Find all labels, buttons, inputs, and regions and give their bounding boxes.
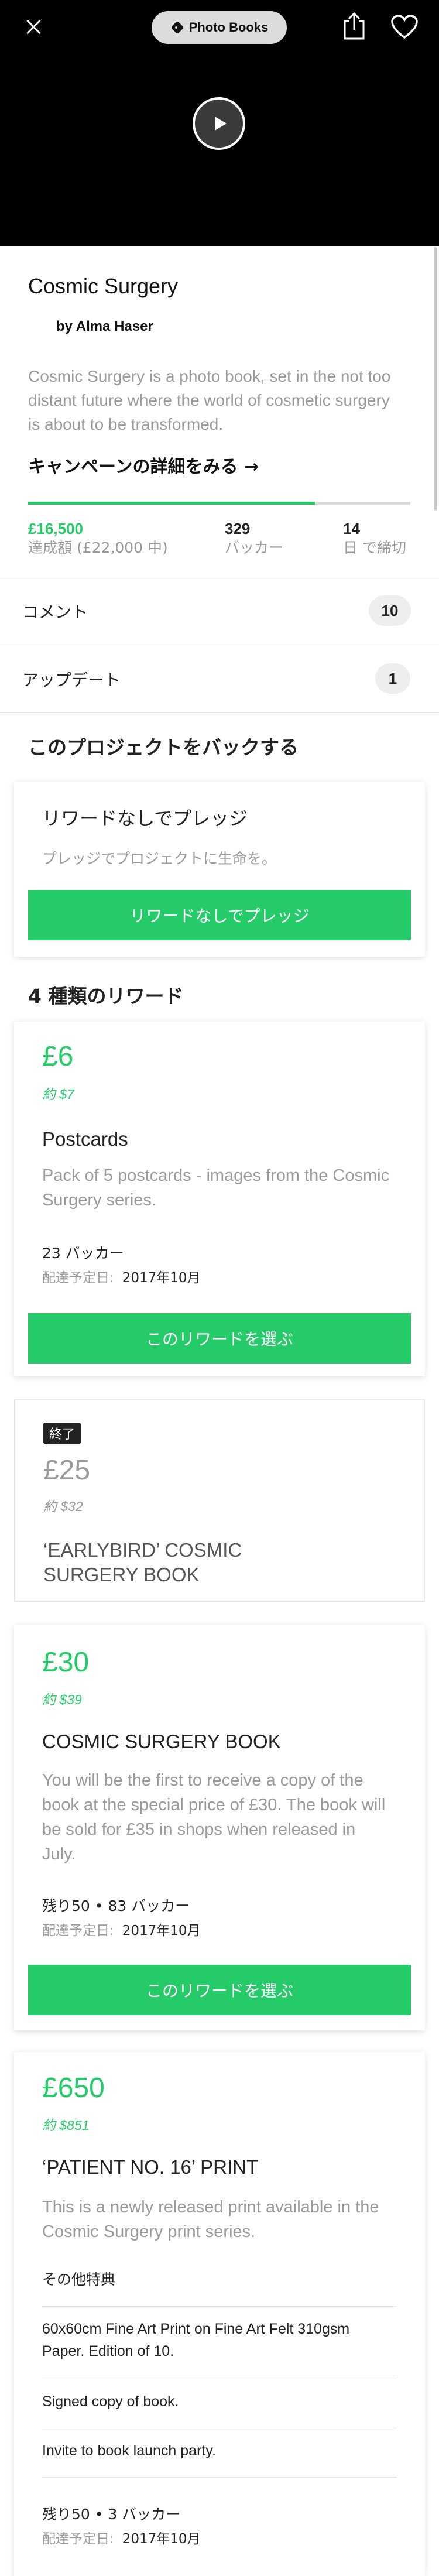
divider [0, 712, 439, 713]
extras-label: その他特典 [42, 2272, 116, 2288]
delivery-date: 2017年10月 [122, 1923, 201, 1938]
funding-progress-fill [28, 502, 315, 505]
reward-extra-item: Signed copy of book. [42, 2393, 179, 2410]
reward-extra-item: 60x60cm Fine Art Print on Fine Art Felt … [42, 2321, 350, 2359]
reward-backers: 23 バッカー [42, 1245, 124, 1262]
reward-desc: Pack of 5 postcards - images from the Co… [42, 1166, 390, 1210]
no-reward-card: リワードなしでプレッジ プレッジでプロジェクトに生命を。 リワードなしでプレッジ [14, 782, 425, 957]
play-icon[interactable] [193, 97, 245, 150]
reward-delivery: 配達予定日: 2017年10月 [42, 1266, 201, 1286]
pledged-amount: £16,500 [28, 520, 83, 537]
delivery-label: 配達予定日: [42, 1270, 114, 1286]
reward-card-ended: 終了 £25 約 $32 ‘EARLYBIRD’ COSMIC SURGERY … [14, 1399, 425, 1602]
no-reward-desc: プレッジでプロジェクトに生命を。 [42, 851, 277, 867]
reward-card: £6 約 $7 Postcards Pack of 5 postcards - … [14, 1022, 425, 1376]
comments-label: コメント [22, 602, 88, 622]
pledged-label: 達成額 (£22,000 中) [28, 539, 168, 556]
reward-price: £650 [42, 2073, 105, 2104]
category-pill[interactable]: Photo Books [152, 11, 287, 44]
ended-badge: 終了 [43, 1423, 81, 1444]
comments-count-badge: 10 [369, 595, 411, 626]
reward-approx-price: 約 $39 [42, 1692, 82, 1707]
share-icon[interactable] [341, 12, 367, 41]
days-label: 日 で締切 [343, 539, 406, 556]
updates-row[interactable]: アップデート 1 [0, 645, 439, 712]
author-name[interactable]: by Alma Haser [56, 318, 153, 335]
delivery-date: 2017年10月 [122, 2532, 201, 2547]
close-icon[interactable] [22, 16, 44, 39]
reward-price: £6 [42, 1041, 74, 1072]
reward-backers: 残り50 • 83 バッカー [42, 1897, 190, 1914]
delivery-date: 2017年10月 [122, 1270, 201, 1286]
reward-approx-price: 約 $7 [42, 1087, 74, 1102]
heart-icon[interactable] [390, 14, 419, 40]
reward-backers: 残り50 • 3 バッカー [42, 2506, 181, 2523]
days-count: 14 [343, 520, 360, 537]
video-player[interactable]: Photo Books [0, 0, 439, 246]
reward-desc: You will be the first to receive a copy … [42, 1771, 386, 1864]
project-title: Cosmic Surgery [28, 274, 179, 298]
select-reward-button[interactable]: このリワードを選ぶ [28, 1965, 411, 2015]
reward-approx-price: 約 $851 [42, 2118, 90, 2133]
reward-title: Postcards [42, 1128, 128, 1150]
tag-icon [170, 23, 183, 32]
reward-delivery: 配達予定日: 2017年10月 [42, 1919, 201, 1939]
delivery-label: 配達予定日: [42, 2532, 114, 2547]
reward-approx-price: 約 $32 [43, 1499, 83, 1514]
back-project-heading: このプロジェクトをバックする [28, 736, 299, 759]
no-reward-title: リワードなしでプレッジ [42, 808, 248, 829]
reward-card: £650 約 $851 ‘PATIENT NO. 16’ PRINT This … [14, 2052, 425, 2576]
reward-card: £30 約 $39 COSMIC SURGERY BOOK You will b… [14, 1625, 425, 2030]
reward-delivery: 配達予定日: 2017年10月 [42, 2527, 201, 2547]
select-reward-button[interactable]: このリワードを選ぶ [28, 1313, 411, 1364]
reward-price: £30 [42, 1647, 90, 1678]
reward-title: ‘PATIENT NO. 16’ PRINT [42, 2156, 259, 2178]
reward-desc: This is a newly released print available… [42, 2198, 379, 2241]
backers-count: 329 [225, 520, 251, 537]
funding-progress-bar [28, 502, 410, 505]
backers-label: バッカー [225, 539, 284, 556]
updates-count-badge: 1 [375, 663, 410, 694]
comments-row[interactable]: コメント 10 [0, 577, 439, 645]
pledge-without-reward-button[interactable]: リワードなしでプレッジ [28, 890, 411, 940]
reward-title: ‘EARLYBIRD’ COSMIC SURGERY BOOK [43, 1539, 242, 1585]
divider [42, 2477, 397, 2478]
project-blurb: Cosmic Surgery is a photo book, set in t… [28, 367, 391, 433]
category-label: Photo Books [188, 20, 269, 35]
updates-label: アップデート [22, 670, 121, 690]
divider [42, 2306, 397, 2307]
scrollbar[interactable] [434, 247, 437, 511]
reward-title: COSMIC SURGERY BOOK [42, 1731, 281, 1752]
campaign-details-link[interactable]: キャンペーンの詳細をみる → [28, 452, 259, 478]
delivery-label: 配達予定日: [42, 1923, 114, 1938]
reward-price: £25 [43, 1455, 91, 1486]
reward-extra-item: Invite to book launch party. [42, 2443, 216, 2459]
rewards-heading: 4 種類のリワード [28, 985, 184, 1008]
